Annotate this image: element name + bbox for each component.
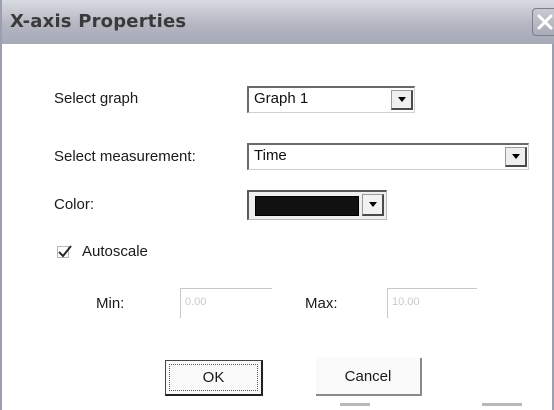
autoscale-checkbox[interactable] (57, 245, 72, 258)
select-graph-dropdown[interactable]: Graph 1 (247, 86, 415, 113)
max-value: 10.00 (392, 296, 420, 308)
close-icon (537, 14, 553, 30)
chevron-down-icon (512, 154, 520, 159)
bottom-edge-mark (340, 403, 370, 406)
select-measurement-dropdown[interactable]: Time (247, 143, 529, 170)
chevron-down-icon (369, 202, 377, 207)
select-measurement-value: Time (254, 147, 287, 164)
select-measurement-label: Select measurement: (54, 148, 196, 165)
cancel-button[interactable]: Cancel (316, 358, 422, 396)
dialog-window: X-axis Properties Select graph Graph 1 S… (0, 0, 554, 410)
min-value: 0.00 (185, 296, 207, 308)
close-button[interactable] (532, 8, 554, 36)
checkmark-icon (58, 245, 72, 258)
bottom-edge-mark (482, 403, 522, 406)
select-graph-label: Select graph (54, 90, 139, 107)
cancel-button-label: Cancel (344, 368, 392, 385)
max-label: Max: (305, 295, 338, 312)
autoscale-label: Autoscale (82, 243, 148, 260)
chevron-down-icon (398, 97, 406, 102)
select-graph-value: Graph 1 (254, 90, 309, 107)
title-bar[interactable]: X-axis Properties (2, 0, 554, 44)
ok-button-label: OK (202, 369, 225, 386)
max-input[interactable]: 10.00 (387, 288, 477, 318)
ok-button[interactable]: OK (165, 360, 263, 396)
color-swatch (255, 196, 359, 216)
window-title: X-axis Properties (10, 11, 187, 32)
select-measurement-arrow-button[interactable] (505, 147, 527, 167)
min-label: Min: (96, 295, 125, 312)
color-arrow-button[interactable] (362, 194, 384, 216)
min-input[interactable]: 0.00 (180, 288, 272, 318)
color-label: Color: (54, 196, 95, 213)
color-picker-dropdown[interactable] (247, 190, 387, 220)
select-graph-arrow-button[interactable] (391, 90, 413, 110)
